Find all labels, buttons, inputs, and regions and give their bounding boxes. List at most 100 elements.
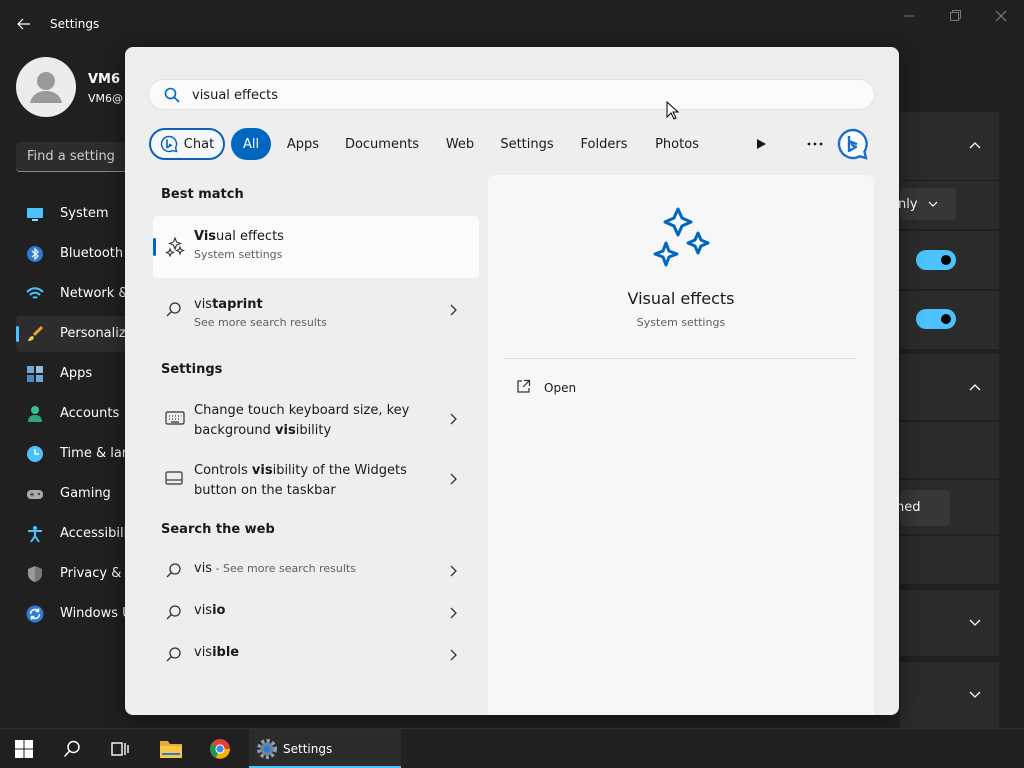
back-button[interactable] — [14, 14, 34, 34]
gamepad-icon — [26, 485, 44, 503]
sidebar-item-apps[interactable]: Apps — [16, 356, 128, 392]
filter-label: Apps — [286, 136, 320, 152]
settings-taskbar-label: Settings — [283, 742, 333, 756]
sidebar-item-label: Network & — [60, 286, 129, 301]
user-name: VM6 — [88, 72, 121, 87]
result-title-line1: Controls visibility of the Widgets — [194, 463, 407, 478]
sidebar-item-label: Bluetooth — [60, 246, 124, 261]
filter-photos[interactable]: Photos — [645, 128, 709, 160]
best-match-result[interactable]: Visual effects System settings — [153, 216, 479, 278]
chevron-right-icon — [450, 565, 457, 577]
chevron-up-icon — [969, 142, 981, 149]
search-icon — [166, 605, 181, 620]
sidebar-item-privacy[interactable]: Privacy & s — [16, 556, 132, 592]
filter-web[interactable]: Web — [435, 128, 485, 160]
settings-card[interactable] — [900, 112, 999, 180]
taskbar-widget-icon — [165, 471, 183, 485]
chevron-down-icon — [969, 691, 981, 698]
filter-label: All — [242, 136, 260, 152]
toggle-switch[interactable] — [916, 250, 956, 270]
chevron-right-icon — [450, 473, 457, 485]
chrome-button[interactable] — [204, 733, 236, 765]
search-icon — [166, 563, 181, 578]
sidebar-item-label: Accessibilit — [60, 526, 133, 541]
sidebar-item-windows-update[interactable]: Windows U — [16, 596, 132, 632]
close-button[interactable] — [986, 8, 1016, 24]
find-setting-input[interactable]: Find a setting — [16, 142, 128, 172]
settings-card[interactable] — [900, 590, 999, 656]
update-icon — [26, 605, 44, 623]
sidebar-item-accounts[interactable]: Accounts — [16, 396, 128, 432]
filter-chat[interactable]: Chat — [149, 128, 225, 160]
start-button[interactable] — [8, 733, 40, 765]
filter-label: Photos — [655, 136, 699, 152]
find-setting-placeholder: Find a setting — [27, 149, 115, 164]
bing-chat-icon — [160, 135, 178, 153]
result-title-line1: Change touch keyboard size, key — [194, 403, 410, 418]
filter-all[interactable]: All — [231, 128, 271, 160]
settings-result[interactable]: Change touch keyboard size, key backgrou… — [153, 395, 479, 443]
filter-apps[interactable]: Apps — [277, 128, 329, 160]
person-silhouette-icon — [30, 72, 62, 103]
sidebar-item-network[interactable]: Network & — [16, 276, 129, 312]
more-filters-button[interactable] — [745, 128, 777, 160]
web-suggestion-result[interactable]: vistaprint See more search results — [153, 287, 479, 337]
settings-gear-icon — [257, 739, 277, 759]
sidebar-item-personalization[interactable]: Personaliza — [16, 316, 134, 352]
visual-effects-sparkles-icon — [653, 207, 710, 267]
sidebar-item-gaming[interactable]: Gaming — [16, 476, 128, 512]
web-result[interactable]: vis - See more search results — [153, 555, 479, 585]
chevron-up-icon — [969, 384, 981, 391]
action-button[interactable]: hed — [896, 490, 950, 526]
minimize-button[interactable] — [894, 8, 924, 24]
person-icon — [26, 405, 44, 423]
sidebar-item-time-language[interactable]: Time & lar — [16, 436, 128, 472]
chevron-right-icon — [450, 304, 457, 316]
task-view-button[interactable] — [104, 733, 136, 765]
chevron-right-icon — [450, 607, 457, 619]
result-subtitle: System settings — [194, 248, 283, 261]
apps-icon — [26, 365, 44, 383]
maximize-button[interactable] — [940, 8, 970, 24]
bing-logo-icon — [837, 128, 868, 160]
filter-label: Settings — [500, 136, 554, 152]
search-web-heading: Search the web — [161, 522, 275, 537]
chevron-right-icon — [450, 413, 457, 425]
result-title: vistaprint — [194, 297, 263, 312]
overflow-menu-button[interactable] — [799, 128, 831, 160]
settings-taskbar-button[interactable]: Settings — [249, 729, 401, 768]
dropdown-button[interactable]: nly — [898, 188, 956, 220]
result-title-line2: button on the taskbar — [194, 483, 336, 498]
search-input[interactable] — [192, 84, 792, 106]
sidebar-item-label: Apps — [60, 366, 93, 381]
sidebar-item-system[interactable]: System — [16, 196, 128, 232]
bing-button[interactable] — [837, 128, 869, 160]
bluetooth-icon — [26, 245, 44, 263]
monitor-icon — [26, 205, 44, 223]
web-result[interactable]: visio — [153, 597, 479, 627]
toggle-switch[interactable] — [916, 309, 956, 329]
filter-documents[interactable]: Documents — [335, 128, 429, 160]
web-result[interactable]: visible — [153, 639, 479, 669]
selection-indicator — [16, 326, 19, 342]
sidebar-item-label: Time & lar — [60, 446, 128, 461]
divider — [504, 358, 856, 359]
settings-result[interactable]: Controls visibility of the Widgets butto… — [153, 455, 479, 503]
settings-card[interactable] — [900, 662, 999, 728]
restore-icon — [950, 10, 961, 21]
sidebar-item-label: Accounts — [60, 406, 120, 421]
filter-folders[interactable]: Folders — [569, 128, 639, 160]
ellipsis-icon — [807, 142, 823, 146]
filter-settings[interactable]: Settings — [491, 128, 563, 160]
open-action[interactable]: Open — [504, 375, 856, 401]
sparkles-icon — [165, 237, 185, 257]
sidebar-item-accessibility[interactable]: Accessibilit — [16, 516, 132, 552]
taskbar-search-button[interactable] — [56, 733, 88, 765]
filter-label: Documents — [344, 136, 420, 152]
search-box[interactable] — [148, 79, 875, 110]
avatar[interactable] — [16, 57, 76, 117]
settings-card[interactable] — [900, 354, 999, 420]
sidebar-item-bluetooth[interactable]: Bluetooth — [16, 236, 128, 272]
file-explorer-button[interactable] — [155, 733, 187, 765]
search-icon — [166, 302, 181, 317]
